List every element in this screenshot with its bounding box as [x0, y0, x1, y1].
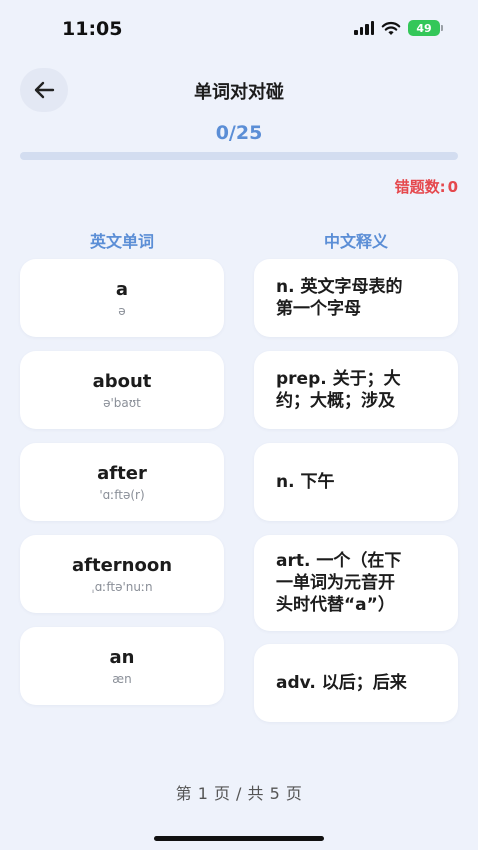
meaning-card[interactable]: prep. 关于；大 约；大概；涉及: [254, 351, 458, 429]
signal-icon: [354, 21, 374, 35]
phonetic-text: ˌɑːftə'nuːn: [91, 579, 153, 594]
progress-text: 0/25: [215, 122, 263, 144]
meaning-text: prep. 关于；大 约；大概；涉及: [276, 368, 401, 412]
phonetic-text: 'ɑːftə(r): [99, 487, 145, 502]
word-card[interactable]: a ə: [20, 259, 224, 337]
word-card[interactable]: an æn: [20, 627, 224, 705]
error-count: 错题数: 0: [393, 176, 458, 197]
error-count-value: 0: [447, 178, 458, 196]
page-title: 单词对对碰: [194, 82, 284, 103]
battery-icon: 49: [408, 20, 443, 36]
phonetic-text: æn: [112, 671, 132, 686]
column-header-chinese: 中文释义: [323, 232, 388, 251]
meaning-line: 第一个字母: [276, 299, 361, 319]
word-card[interactable]: afternoon ˌɑːftə'nuːn: [20, 535, 224, 613]
meaning-text: adv. 以后；后来: [276, 672, 407, 694]
status-icons: 49: [354, 20, 443, 36]
home-indicator: [154, 836, 324, 841]
column-header-english: 英文单词: [89, 232, 154, 251]
pagination: 第 1 页 / 共 5 页: [175, 784, 303, 803]
meaning-line: 头时代替“a”）: [276, 595, 395, 615]
phonetic-text: ə'baʊt: [103, 395, 141, 410]
wifi-icon: [381, 21, 401, 35]
word-card[interactable]: after 'ɑːftə(r): [20, 443, 224, 521]
meaning-text: n. 下午: [276, 471, 334, 493]
meaning-card[interactable]: adv. 以后；后来: [254, 644, 458, 722]
meaning-card[interactable]: n. 下午: [254, 443, 458, 521]
meaning-line: n. 下午: [276, 472, 335, 492]
progress-bar: [20, 152, 458, 160]
word-text: after: [97, 462, 147, 484]
word-text: about: [92, 370, 152, 392]
word-text: a: [115, 278, 129, 300]
phonetic-text: ə: [118, 303, 126, 318]
meaning-line: n. 英文字母表的: [276, 277, 403, 297]
word-text: an: [109, 646, 135, 668]
meaning-text: art. 一个（在下 一单词为元音开 头时代替“a”）: [276, 550, 401, 616]
meaning-line: adv. 以后；后来: [276, 673, 407, 693]
meaning-card[interactable]: art. 一个（在下 一单词为元音开 头时代替“a”）: [254, 535, 458, 631]
error-count-label: 错题数:: [394, 178, 446, 196]
status-bar: 11:05 49: [0, 0, 478, 58]
meaning-text: n. 英文字母表的 第一个字母: [276, 276, 402, 320]
meaning-line: prep. 关于；大: [276, 369, 401, 389]
meaning-line: 一单词为元音开: [276, 573, 395, 593]
meaning-card[interactable]: n. 英文字母表的 第一个字母: [254, 259, 458, 337]
meaning-line: art. 一个（在下: [276, 551, 402, 571]
word-card[interactable]: about ə'baʊt: [20, 351, 224, 429]
meaning-line: 约；大概；涉及: [276, 391, 395, 411]
status-time: 11:05: [62, 18, 123, 40]
word-text: afternoon: [71, 554, 173, 576]
